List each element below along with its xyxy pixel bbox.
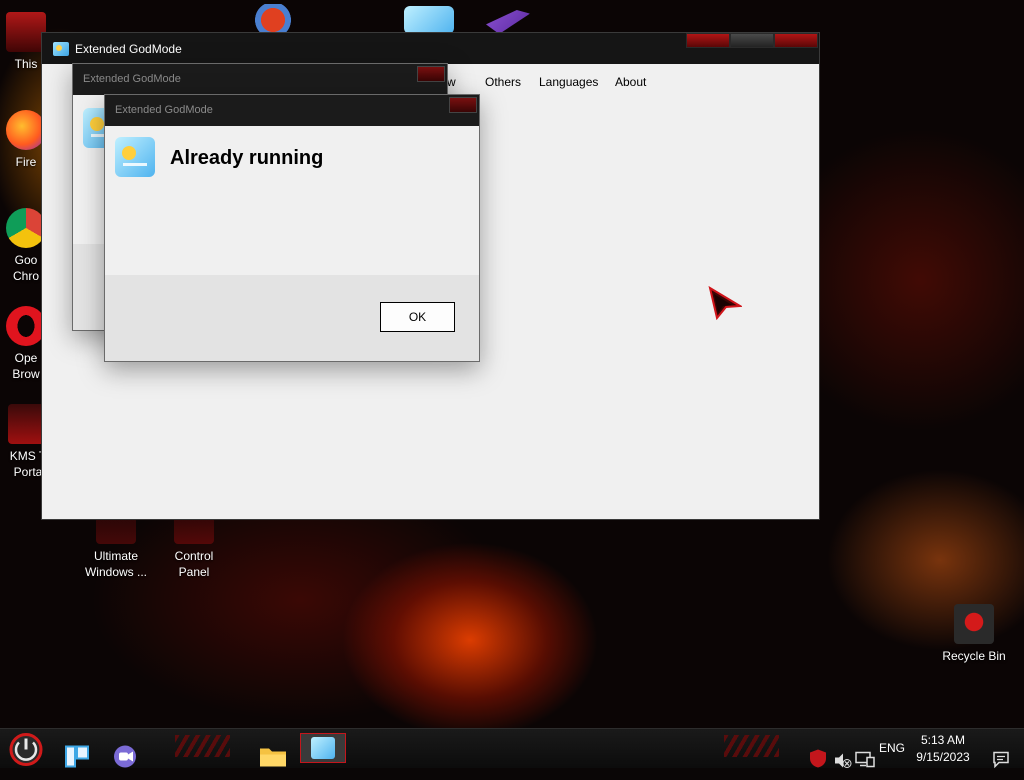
network-icon[interactable] [855,740,875,779]
menu-item-about[interactable]: About [615,75,646,89]
notification-icon[interactable] [992,740,1010,779]
caption-buttons [686,33,818,48]
desktop-icon-recycle-bin[interactable]: Recycle Bin [936,604,1012,664]
menu-item-languages[interactable]: Languages [539,75,598,89]
main-titlebar[interactable]: Extended GodMode [42,33,819,64]
dialog-back-title: Extended GodMode [83,73,181,85]
dialog-front-titlebar[interactable]: Extended GodMode [105,95,479,126]
window-title: Extended GodMode [75,41,182,56]
recycle-bin-icon [954,604,994,644]
chat-icon[interactable] [112,737,140,776]
taskbar-item-extended-godmode[interactable] [300,733,346,763]
taskbar: ENG 5:13 AM 9/15/2023 [0,728,1024,769]
clock[interactable]: 5:13 AM 9/15/2023 [910,732,976,766]
msi-shield-icon[interactable] [808,739,828,778]
dialog-message: Already running [170,147,324,169]
menu-item-view[interactable]: w [447,75,456,89]
task-view-icon[interactable] [64,737,90,776]
extended-godmode-icon [311,737,335,759]
clock-time: 5:13 AM [920,733,966,747]
language-indicator[interactable]: ENG [879,741,905,755]
taskbar-decoration [175,735,230,757]
minimize-button[interactable] [686,33,730,48]
start-icon[interactable] [6,730,46,769]
taskbar-decoration [724,735,779,757]
dialog-front-footer: OK [105,275,479,361]
chrome-icon [6,208,46,248]
desktop-icon-label: Control Panel [174,549,214,579]
maximize-button[interactable] [730,33,774,48]
dialog-front-title: Extended GodMode [115,104,213,116]
app-icon [53,41,69,56]
dialog-back-close-button[interactable] [417,66,445,82]
dialog-front: Extended GodMode Already running OK [104,94,480,362]
opera-icon [6,306,46,346]
this-pc-icon [6,12,46,52]
desktop-icon-label: Ultimate Windows ... [84,549,147,579]
close-button[interactable] [774,33,818,48]
app-icon-large [115,137,155,177]
dialog-back-titlebar[interactable]: Extended GodMode [73,64,447,95]
menu-item-others[interactable]: Others [485,75,521,89]
mouse-cursor-icon [708,286,742,320]
volume-muted-icon[interactable] [834,741,852,780]
desktop-icon-top-3[interactable] [486,10,530,34]
desktop-icon-top-2[interactable] [404,6,454,34]
firefox-icon [6,110,46,150]
ok-button[interactable]: OK [380,302,455,332]
dialog-front-close-button[interactable] [449,97,477,113]
file-explorer-icon[interactable] [258,737,288,776]
desktop-icon-label: Recycle Bin [942,649,1006,663]
clock-date: 9/15/2023 [916,750,970,764]
